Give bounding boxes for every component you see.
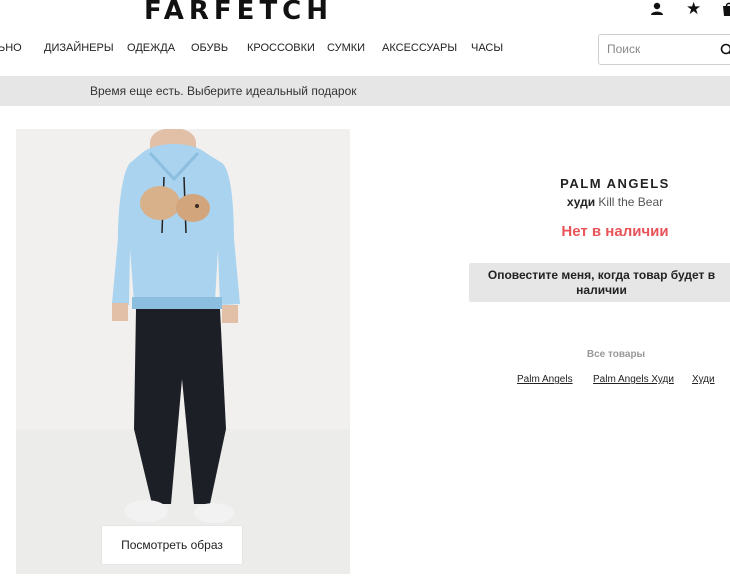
nav-item-shoes[interactable]: ОБУВЬ <box>191 42 228 54</box>
bag-icon[interactable] <box>720 0 730 18</box>
nav-item-designers[interactable]: ДИЗАЙНЕРЫ <box>44 42 114 54</box>
related-link-brand-hoodies[interactable]: Palm Angels Худи <box>593 374 674 385</box>
product-brand[interactable]: PALM ANGELS <box>500 176 730 191</box>
nav-item-clothing[interactable]: ОДЕЖДА <box>127 42 175 54</box>
search-icon[interactable] <box>719 42 730 58</box>
all-items-title: Все товары <box>586 349 646 360</box>
product-category: худи <box>566 195 596 209</box>
promo-banner: Время еще есть. Выберите идеальный подар… <box>0 76 730 106</box>
model-photo <box>16 129 350 574</box>
nav-item-bags[interactable]: СУМКИ <box>327 42 365 54</box>
search-box <box>598 34 730 65</box>
farfetch-logo[interactable]: FARFETCH <box>144 0 333 26</box>
product-name: Kill the Bear <box>598 195 664 209</box>
nav-item-new[interactable]: ЬНО <box>0 42 22 54</box>
stock-status: Нет в наличии <box>561 223 669 240</box>
product-title: худи Kill the Bear <box>500 195 730 209</box>
view-look-button[interactable]: Посмотреть образ <box>101 525 243 565</box>
related-link-hoodies[interactable]: Худи <box>692 374 715 385</box>
nav-item-sneakers[interactable]: КРОССОВКИ <box>247 42 315 54</box>
nav-item-watches[interactable]: ЧАСЫ <box>471 42 503 54</box>
wishlist-icon[interactable]: ★ <box>686 0 704 18</box>
promo-banner-text: Время еще есть. Выберите идеальный подар… <box>90 84 357 98</box>
account-icon[interactable] <box>648 0 666 18</box>
notify-me-button[interactable]: Оповестите меня, когда товар будет в нал… <box>469 263 730 302</box>
related-link-brand[interactable]: Palm Angels <box>517 374 573 385</box>
nav-item-accessories[interactable]: АКСЕССУАРЫ <box>382 42 457 54</box>
product-image[interactable] <box>16 129 350 574</box>
search-input[interactable] <box>607 42 717 56</box>
